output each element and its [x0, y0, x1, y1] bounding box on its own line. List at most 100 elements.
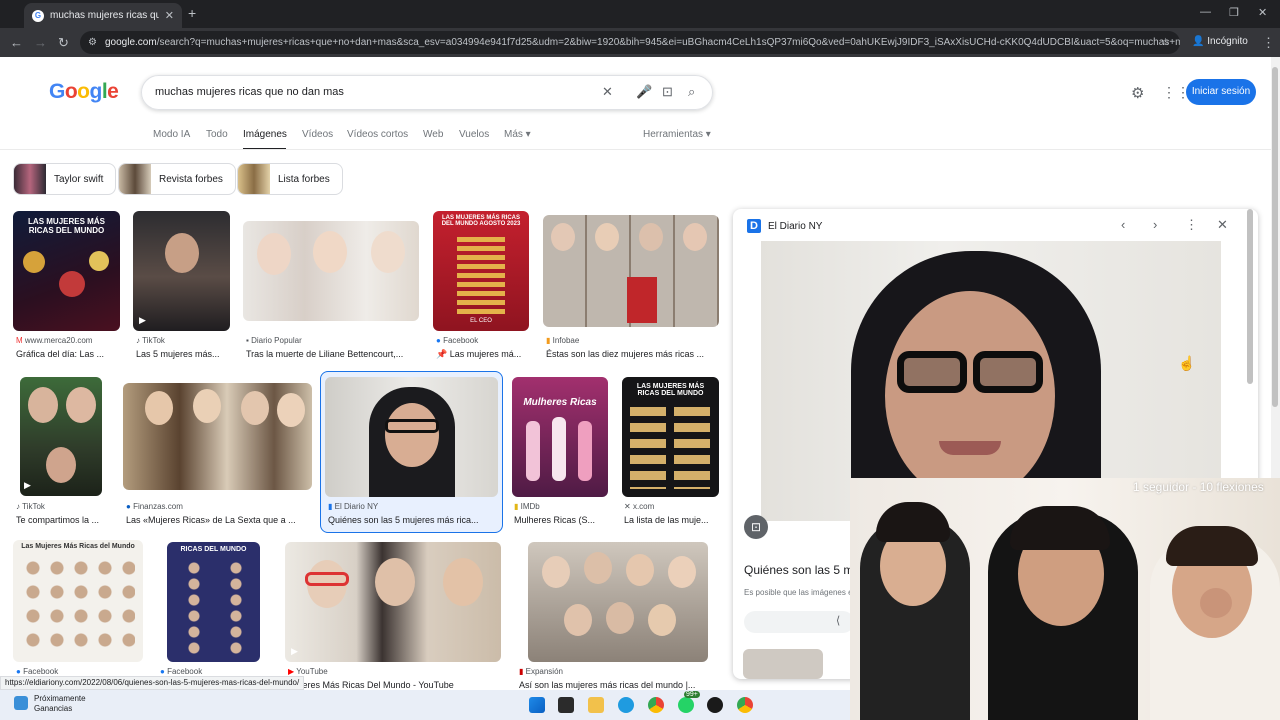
result-image[interactable]: [123, 383, 312, 490]
tab-videos[interactable]: Vídeos: [302, 129, 333, 140]
more-options-icon[interactable]: ⋮: [1185, 217, 1198, 233]
taskview-icon[interactable]: [558, 697, 574, 713]
preview-title[interactable]: Quiénes son las 5 m: [744, 563, 853, 577]
video-play-icon: ▶: [291, 646, 298, 656]
result-image[interactable]: ▶: [285, 542, 501, 662]
forward-icon[interactable]: →: [34, 35, 47, 50]
tab-videos-cortos[interactable]: Vídeos cortos: [347, 129, 408, 140]
edge-icon[interactable]: [618, 697, 634, 713]
result-image[interactable]: Mulheres Ricas: [512, 377, 608, 497]
result-image[interactable]: [243, 221, 419, 321]
tab-vuelos[interactable]: Vuelos: [459, 129, 489, 140]
result-image[interactable]: LAS MUJERES MÁS RICAS DEL MUNDO: [13, 211, 120, 331]
result-caption[interactable]: ▪ Diario Popular Tras la muerte de Lilian…: [246, 336, 422, 359]
tab-mas[interactable]: Más ▾: [504, 129, 531, 140]
result-title: Éstas son las diez mujeres más ricas ...: [546, 349, 705, 359]
page-scrollbar-thumb[interactable]: [1272, 67, 1278, 407]
restore-icon[interactable]: ❐: [1229, 6, 1239, 19]
notification-badge: 99+: [684, 691, 700, 698]
reload-icon[interactable]: ↻: [58, 35, 69, 51]
result-image[interactable]: [325, 377, 498, 497]
result-caption[interactable]: ♪ TikTok Te compartimos la ...: [16, 502, 112, 525]
result-caption[interactable]: ✕ x.com La lista de las muje...: [624, 502, 720, 525]
facebook-icon: ●: [436, 336, 444, 345]
result-source: TikTok: [142, 336, 165, 345]
start-icon[interactable]: [529, 697, 545, 713]
tab-web[interactable]: Web: [423, 129, 443, 140]
omnibox[interactable]: ⚙ google.com/search?q=muchas+mujeres+ric…: [80, 31, 1180, 54]
back-icon[interactable]: ←: [10, 35, 23, 50]
whatsapp-icon[interactable]: [678, 697, 694, 713]
voice-search-icon[interactable]: 🎤: [636, 84, 652, 100]
result-title: Gráfica del día: Las ...: [16, 349, 105, 359]
browser-menu-icon[interactable]: ⋮: [1262, 35, 1275, 51]
result-caption[interactable]: ● Facebook 📌 Las mujeres má...: [436, 336, 532, 360]
google-logo[interactable]: Google: [49, 80, 119, 104]
x-icon: ✕: [624, 502, 633, 511]
tab-modo-ia[interactable]: Modo IA: [153, 129, 190, 140]
chip-revista-forbes[interactable]: Revista forbes: [118, 163, 236, 195]
result-image[interactable]: [543, 215, 719, 327]
infobae-icon: ▮: [546, 336, 553, 345]
close-preview-icon[interactable]: ✕: [1217, 217, 1228, 233]
site-info-icon[interactable]: ⚙: [88, 31, 97, 54]
search-box[interactable]: muchas mujeres ricas que no dan mas ✕ 🎤 …: [141, 75, 713, 110]
file-explorer-icon[interactable]: [588, 697, 604, 713]
result-caption[interactable]: ▮ El Diario NY Quiénes son las 5 mujeres …: [328, 502, 500, 525]
eldiariony-logo-icon: D: [747, 219, 761, 233]
tab-todo[interactable]: Todo: [206, 129, 228, 140]
portrait-grid: [173, 560, 254, 656]
result-caption[interactable]: ▮ IMDb Mulheres Ricas (S...: [514, 502, 610, 525]
result-image[interactable]: [528, 542, 708, 662]
mouth-shape: [939, 441, 1001, 455]
previous-image-icon[interactable]: ‹: [1121, 217, 1125, 232]
preview-source[interactable]: El Diario NY: [768, 221, 822, 232]
incognito-indicator[interactable]: 👤 Incógnito: [1192, 36, 1248, 47]
result-image[interactable]: RICAS DEL MUNDO: [167, 542, 260, 662]
chip-lista-forbes[interactable]: Lista forbes: [237, 163, 343, 195]
tools-button[interactable]: Herramientas ▾: [643, 129, 711, 140]
result-caption[interactable]: ● Finanzas.com Las «Mujeres Ricas» de La …: [126, 502, 312, 525]
result-image[interactable]: ▶: [20, 377, 102, 496]
minimize-icon[interactable]: —: [1200, 6, 1211, 18]
result-image[interactable]: Las Mujeres Más Ricas del Mundo: [13, 540, 143, 662]
tab-imagenes[interactable]: Imágenes: [243, 129, 287, 140]
clear-icon[interactable]: ✕: [602, 84, 613, 100]
result-image[interactable]: LAS MUJERES MÁS RICAS DEL MUNDO AGOSTO 2…: [433, 211, 529, 331]
face-shape: [551, 223, 575, 251]
close-tab-icon[interactable]: ✕: [165, 9, 174, 22]
search-input[interactable]: muchas mujeres ricas que no dan mas: [155, 86, 344, 98]
chrome-icon[interactable]: [648, 697, 664, 713]
chip-taylor-swift[interactable]: Taylor swift: [13, 163, 117, 195]
result-image[interactable]: ▶: [133, 211, 230, 331]
bookmark-star-icon[interactable]: ☆: [1161, 31, 1170, 54]
portrait-grid: [21, 556, 135, 656]
result-image[interactable]: LAS MUJERES MÁS RICAS DEL MUNDO: [622, 377, 719, 497]
face-shape: [28, 387, 58, 423]
result-title: Mujeres Más Ricas Del Mundo - YouTube: [288, 680, 454, 690]
new-tab-icon[interactable]: +: [188, 5, 196, 21]
settings-gear-icon[interactable]: ⚙: [1131, 84, 1144, 102]
result-caption[interactable]: ▮ Expansión Así son las mujeres más ricas…: [519, 667, 719, 690]
result-caption[interactable]: ▮ Infobae Éstas son las diez mujeres más …: [546, 336, 722, 359]
result-source: Facebook: [167, 667, 203, 676]
widgets-button[interactable]: Próximamente Ganancias: [14, 694, 86, 714]
related-thumbnail[interactable]: [743, 649, 823, 679]
lens-search-image-icon[interactable]: ⊡: [744, 515, 768, 539]
result-caption[interactable]: M www.merca20.com Gráfica del día: Las ..…: [16, 336, 124, 359]
close-window-icon[interactable]: ✕: [1258, 6, 1267, 19]
signin-button[interactable]: Iniciar sesión: [1186, 79, 1256, 105]
app-icon[interactable]: [707, 697, 723, 713]
next-image-icon[interactable]: ›: [1153, 217, 1157, 232]
result-caption[interactable]: ♪ TikTok Las 5 mujeres más...: [136, 336, 232, 359]
url-path: /search?q=muchas+mujeres+ricas+que+no+da…: [156, 37, 1180, 48]
incognito-label: Incógnito: [1207, 36, 1248, 47]
share-icon[interactable]: ⟨: [836, 614, 840, 627]
browser-tab[interactable]: G muchas mujeres ricas que no d ✕: [24, 3, 182, 28]
lens-search-icon[interactable]: ⊡: [662, 84, 673, 100]
hair-shape: [1166, 526, 1258, 566]
preview-scrollbar-thumb[interactable]: [1247, 209, 1253, 384]
search-icon[interactable]: ⌕: [688, 84, 695, 100]
chrome-active-icon[interactable]: [737, 697, 753, 713]
result-caption[interactable]: ▶ YouTube Mujeres Más Ricas Del Mundo - Y…: [288, 667, 504, 690]
